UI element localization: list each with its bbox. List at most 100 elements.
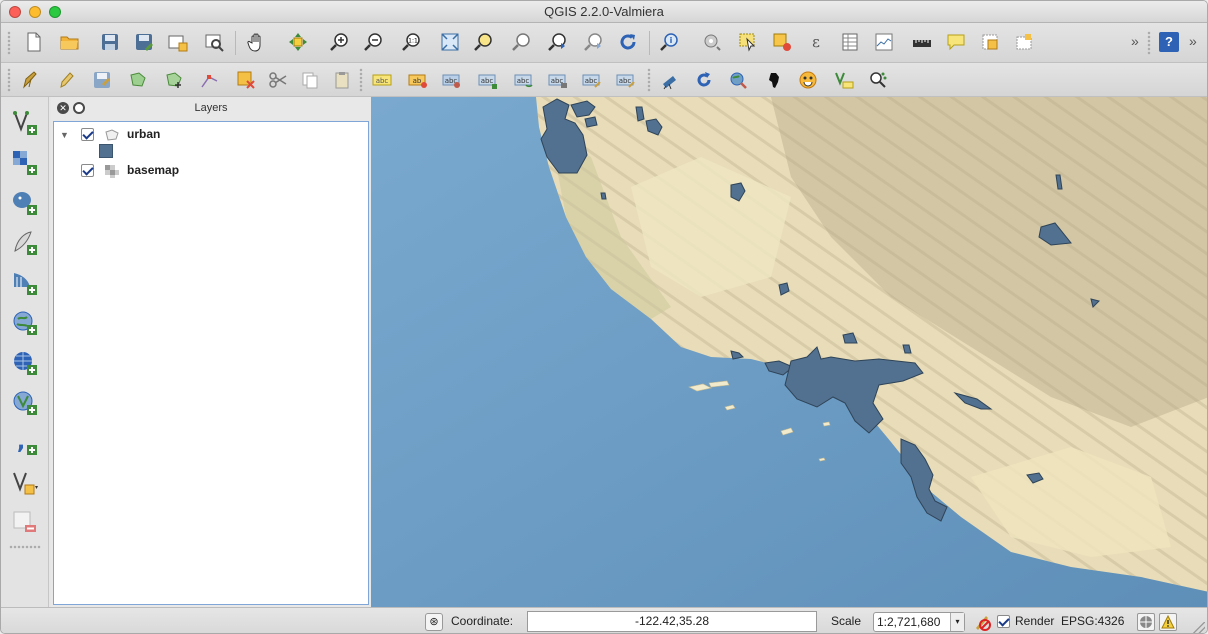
- pan-to-selection-button[interactable]: [285, 29, 311, 55]
- toolbar-overflow-button-2[interactable]: »: [1189, 33, 1197, 49]
- float-panel-icon[interactable]: [73, 102, 85, 114]
- close-panel-icon[interactable]: ✕: [57, 102, 69, 114]
- add-vector-layer-button[interactable]: [11, 109, 39, 137]
- new-bookmark-button[interactable]: [977, 29, 1003, 55]
- copy-features-button[interactable]: [297, 67, 323, 93]
- crs-settings-button[interactable]: [1137, 613, 1155, 631]
- zoom-to-layer-button[interactable]: [509, 29, 535, 55]
- add-postgis-layer-button[interactable]: [11, 189, 39, 217]
- minimize-window-button[interactable]: [29, 6, 41, 18]
- toolbar-overflow-button[interactable]: »: [1131, 33, 1139, 49]
- zoom-to-selection-button[interactable]: [471, 29, 497, 55]
- new-project-button[interactable]: [21, 29, 47, 55]
- change-label-button[interactable]: abc: [545, 67, 571, 93]
- toolbar-grip[interactable]: [7, 31, 11, 55]
- zoom-window-button[interactable]: [49, 6, 61, 18]
- stop-render-button[interactable]: [973, 613, 991, 631]
- urban-symbol-swatch[interactable]: [99, 144, 113, 158]
- layer-row-urban[interactable]: ▼ urban: [60, 125, 160, 143]
- map-canvas[interactable]: [371, 97, 1207, 607]
- cut-features-button[interactable]: [265, 67, 291, 93]
- messages-button[interactable]: [1159, 613, 1177, 631]
- show-hide-labels-button[interactable]: abc: [579, 67, 605, 93]
- deselect-all-button[interactable]: [769, 29, 795, 55]
- layer-visibility-checkbox-basemap[interactable]: [81, 164, 95, 178]
- zoom-full-extent-button[interactable]: [437, 29, 463, 55]
- toggle-editing-button[interactable]: [53, 67, 79, 93]
- toolbar-grip[interactable]: [647, 68, 651, 92]
- delete-selected-button[interactable]: [233, 67, 259, 93]
- python-plugin-button-1[interactable]: [657, 67, 683, 93]
- add-delimited-text-layer-button[interactable]: ,: [11, 429, 39, 457]
- open-project-button[interactable]: [57, 29, 83, 55]
- label-properties-button[interactable]: abc: [613, 67, 639, 93]
- python-plugin-button-7[interactable]: [865, 67, 891, 93]
- measure-line-button[interactable]: [909, 29, 935, 55]
- add-wms-layer-button[interactable]: [11, 309, 39, 337]
- add-raster-layer-button[interactable]: [11, 149, 39, 177]
- current-edits-button[interactable]: [17, 67, 43, 93]
- python-plugin-button-6[interactable]: [831, 67, 857, 93]
- open-attribute-table-button[interactable]: [837, 29, 863, 55]
- python-plugin-button-4[interactable]: [761, 67, 787, 93]
- main-toolbar: 1:1 i ε » ? »: [1, 23, 1207, 63]
- action-gear-icon: [704, 34, 721, 51]
- layer-visibility-checkbox-urban[interactable]: [81, 128, 95, 142]
- add-mssql-layer-button[interactable]: [11, 269, 39, 297]
- close-window-button[interactable]: [9, 6, 21, 18]
- toolbar-grip[interactable]: [359, 68, 363, 92]
- field-calculator-button[interactable]: ε: [803, 29, 829, 55]
- save-edits-icon: [94, 72, 110, 88]
- show-bookmarks-button[interactable]: [1011, 29, 1037, 55]
- toolbar-grip[interactable]: [9, 545, 41, 549]
- add-wfs-layer-button[interactable]: [11, 389, 39, 417]
- coordinate-input[interactable]: -122.42,35.28: [527, 611, 817, 632]
- save-layer-edits-button[interactable]: [89, 67, 115, 93]
- zoom-native-resolution-button[interactable]: 1:1: [399, 29, 425, 55]
- toolbar-grip[interactable]: [7, 68, 11, 92]
- zoom-out-button[interactable]: [361, 29, 387, 55]
- pin-labels-button[interactable]: ab: [405, 67, 431, 93]
- zoom-next-button[interactable]: [581, 29, 607, 55]
- expand-arrow-icon[interactable]: ▼: [60, 126, 70, 144]
- identify-features-button[interactable]: i: [657, 29, 683, 55]
- new-print-composer-button[interactable]: [165, 29, 191, 55]
- save-project-as-button[interactable]: [131, 29, 157, 55]
- zoom-in-button[interactable]: [327, 29, 353, 55]
- toolbar-grip[interactable]: [1147, 31, 1151, 55]
- resize-grip[interactable]: [1193, 622, 1205, 633]
- layer-labeling-options-button[interactable]: abc: [369, 67, 395, 93]
- new-layer-menu-button[interactable]: [11, 469, 39, 497]
- map-tips-button[interactable]: [943, 29, 969, 55]
- layer-row-basemap[interactable]: basemap: [60, 161, 179, 179]
- toggle-extents-button[interactable]: ⊛: [425, 613, 443, 631]
- pan-map-button[interactable]: [243, 29, 269, 55]
- rotate-label-button[interactable]: abc: [511, 67, 537, 93]
- chevron-down-icon[interactable]: ▾: [950, 613, 964, 631]
- remove-layer-button[interactable]: [11, 509, 39, 537]
- zoom-last-button[interactable]: [545, 29, 571, 55]
- render-checkbox[interactable]: [997, 615, 1010, 628]
- add-feature-button[interactable]: [125, 67, 151, 93]
- select-features-button[interactable]: [735, 29, 761, 55]
- python-plugin-button-2[interactable]: [691, 67, 717, 93]
- python-plugin-button-3[interactable]: [725, 67, 751, 93]
- save-project-button[interactable]: [97, 29, 123, 55]
- toolbar-separator: [649, 31, 650, 55]
- node-tool-button[interactable]: [197, 67, 223, 93]
- crs-status-button[interactable]: EPSG:4326: [1061, 614, 1124, 628]
- refresh-button[interactable]: [615, 29, 641, 55]
- move-label-button[interactable]: abc: [475, 67, 501, 93]
- paste-features-button[interactable]: [329, 67, 355, 93]
- scale-combobox[interactable]: 1:2,721,680 ▾: [873, 612, 965, 632]
- run-feature-action-button[interactable]: [699, 29, 725, 55]
- statistics-button[interactable]: [871, 29, 897, 55]
- help-button[interactable]: ?: [1156, 29, 1182, 55]
- highlight-labels-button[interactable]: abc: [439, 67, 465, 93]
- python-plugin-button-5[interactable]: [795, 67, 821, 93]
- move-feature-button[interactable]: [161, 67, 187, 93]
- add-spatialite-layer-button[interactable]: [11, 229, 39, 257]
- layers-tree[interactable]: ▼ urban basemap: [53, 121, 369, 605]
- add-wcs-layer-button[interactable]: [11, 349, 39, 377]
- composer-manager-button[interactable]: [201, 29, 227, 55]
